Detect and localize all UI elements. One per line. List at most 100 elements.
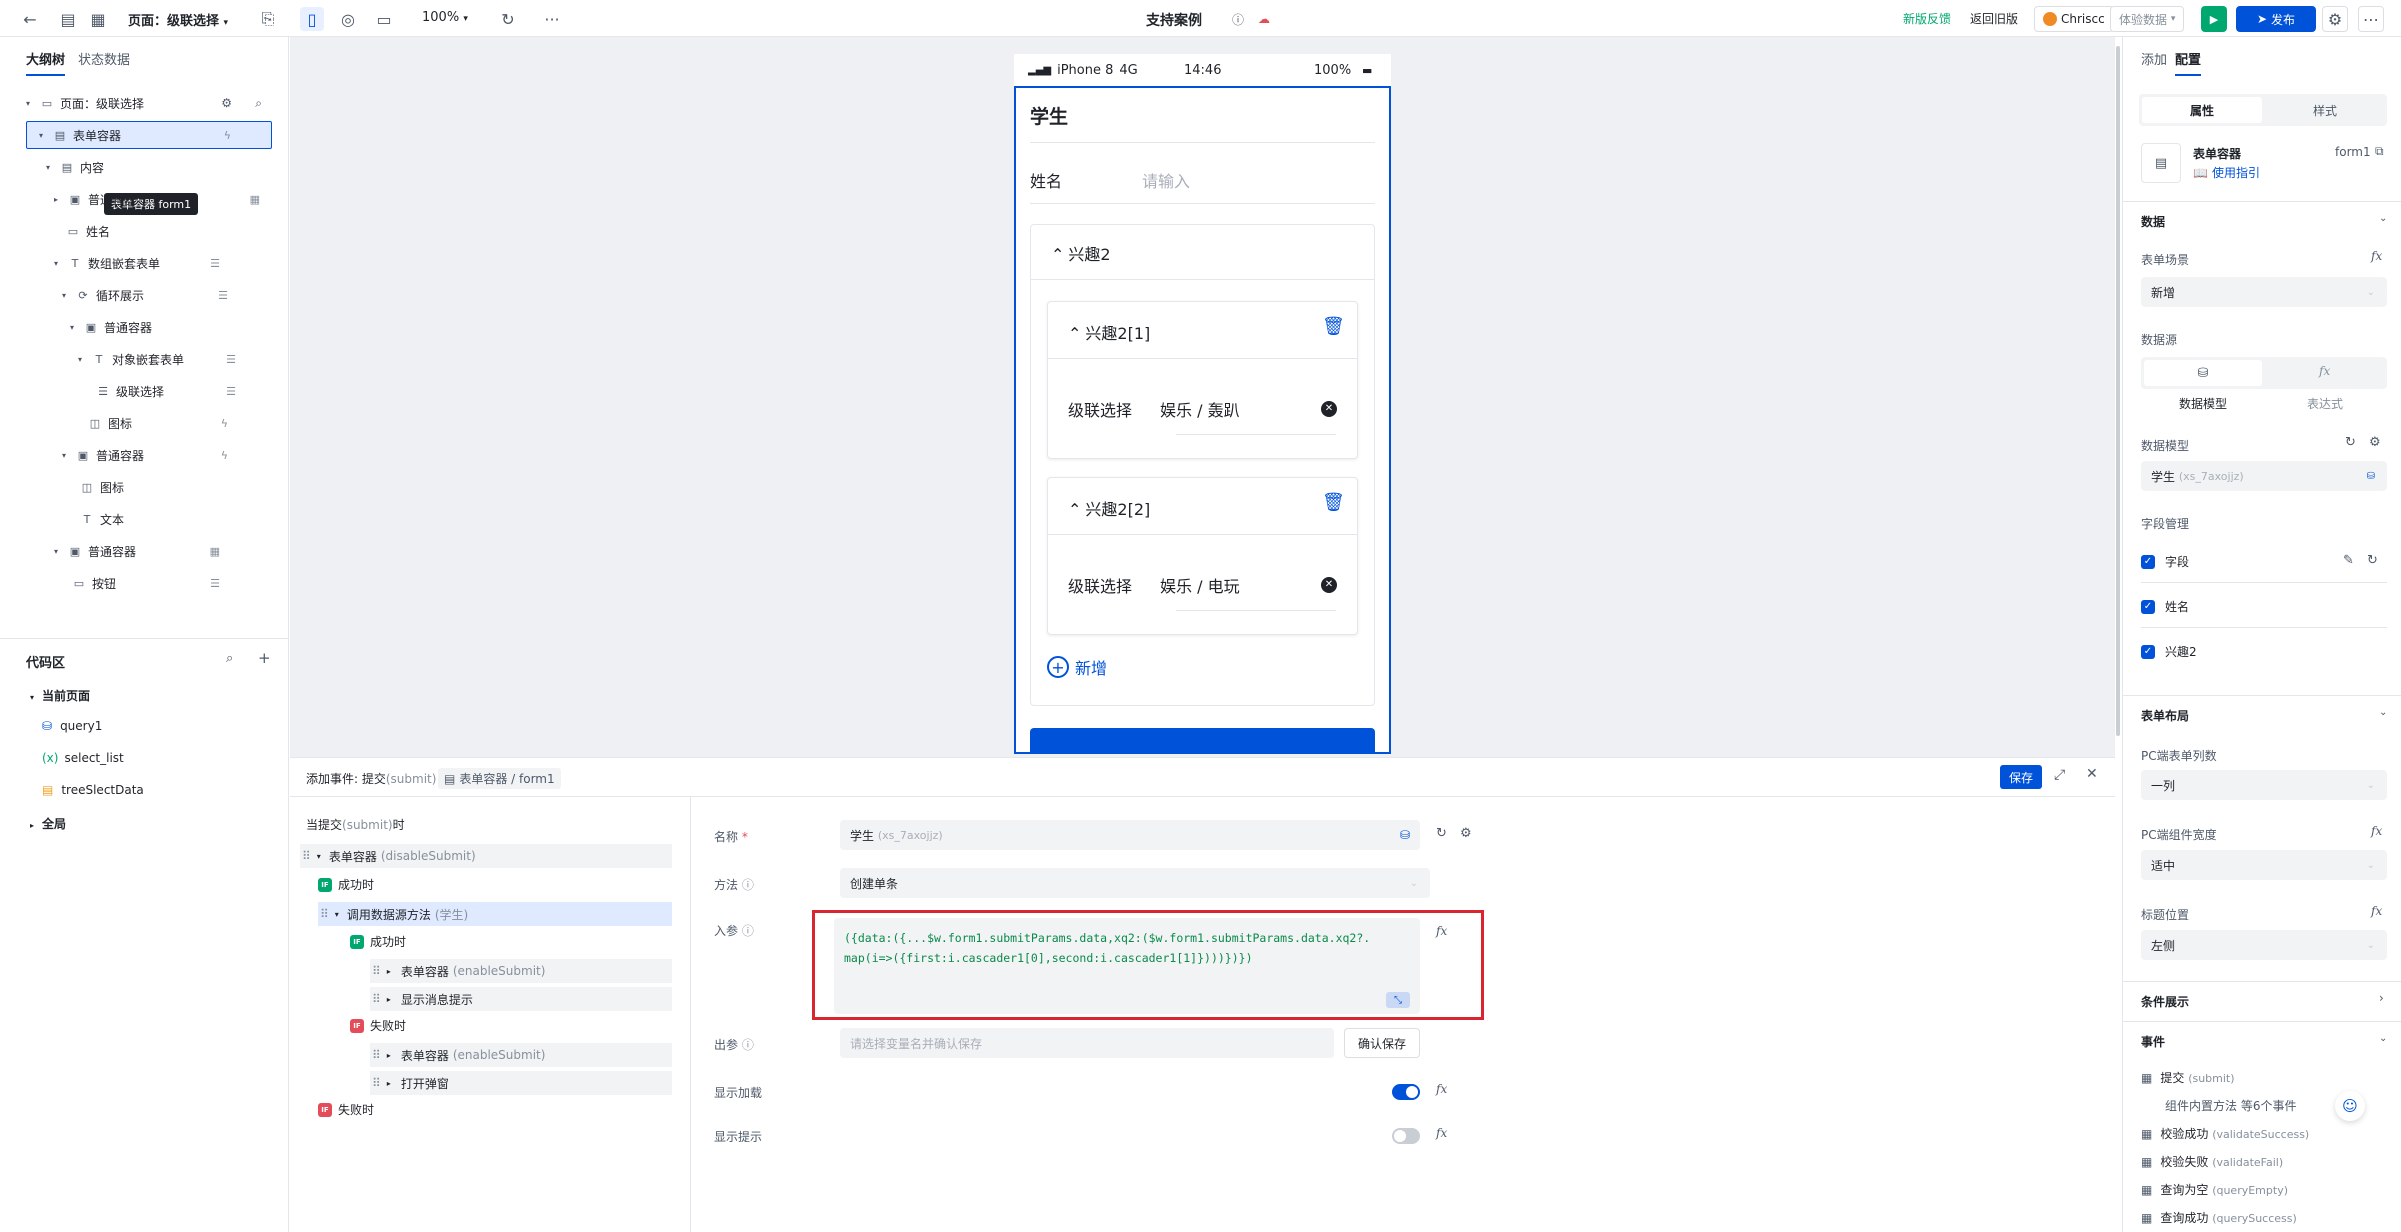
- confirm-save-button[interactable]: 确认保存: [1344, 1028, 1420, 1058]
- interest-item-header[interactable]: ⌃ 兴趣2[1]: [1068, 320, 1150, 344]
- help-icon[interactable]: ⓘ: [742, 924, 754, 938]
- tree-item-object-form[interactable]: ▾ T 对象嵌套表单 ☰: [78, 345, 272, 373]
- gear-icon[interactable]: ⚙: [221, 96, 232, 110]
- tree-item-content[interactable]: ▾ ▤ 内容: [46, 153, 292, 181]
- refresh-icon[interactable]: ↻: [496, 7, 520, 31]
- event-query-success[interactable]: ▦ 查询成功 (querySuccess): [2141, 1209, 2297, 1226]
- event-validate-fail[interactable]: ▦ 校验失败 (validateFail): [2141, 1153, 2283, 1170]
- code-current-page[interactable]: ▾ 当前页面: [30, 687, 90, 704]
- search-icon[interactable]: ⌕: [255, 96, 262, 111]
- submit-button[interactable]: [1030, 728, 1375, 752]
- name-select[interactable]: 学生 (xs_7axojjz) ⛁: [840, 820, 1420, 850]
- delete-icon[interactable]: 🗑: [1322, 492, 1345, 513]
- fx-icon[interactable]: fx: [2371, 904, 2382, 918]
- scene-select[interactable]: 新增 ⌄: [2141, 277, 2387, 307]
- publish-button[interactable]: ➤ 发布: [2236, 6, 2316, 32]
- fx-icon[interactable]: fx: [1436, 924, 1447, 938]
- field-checkbox-name[interactable]: ✓ 姓名: [2141, 598, 2189, 615]
- width-select[interactable]: 适中 ⌄: [2141, 850, 2387, 880]
- fx-icon[interactable]: fx: [1436, 1082, 1447, 1096]
- canvas-scrollbar[interactable]: [2116, 46, 2120, 736]
- tree-item-text[interactable]: T 文本: [80, 505, 272, 533]
- fx-icon[interactable]: fx: [2319, 364, 2330, 378]
- user-button[interactable]: Chriscc: [2034, 6, 2114, 32]
- param-code-editor[interactable]: ({data:({...$w.form1.submitParams.data,x…: [834, 918, 1420, 1014]
- name-input[interactable]: 请输入: [1142, 168, 1190, 192]
- refresh-icon[interactable]: ↻: [1436, 826, 1447, 841]
- tree-item-form-container[interactable]: ▾ ▤ 表单容器 ϟ: [26, 121, 272, 149]
- event-validate-success[interactable]: ▦ 校验成功 (validateSuccess): [2141, 1125, 2309, 1142]
- info-icon[interactable]: ⓘ: [1226, 7, 1250, 31]
- flow-node[interactable]: ⠿ ▸ 表单容器 (enableSubmit): [370, 1043, 672, 1067]
- refresh-icon[interactable]: ↻: [2345, 435, 2356, 450]
- tree-item-array-form[interactable]: ▾ T 数组嵌套表单 ☰: [54, 249, 272, 277]
- flow-node[interactable]: ⠿ ▸ 显示消息提示: [370, 987, 672, 1011]
- source-option-model[interactable]: 数据模型: [2179, 395, 2227, 412]
- tip-toggle[interactable]: [1392, 1128, 1420, 1144]
- form-container-selected[interactable]: 学生 姓名 请输入 ⌃ 兴趣2 ⌃ 兴趣2[1] 🗑 级联选择 娱乐 / 轰趴 ✕ ⌃ 兴…: [1014, 86, 1391, 754]
- tab-config[interactable]: 配置: [2175, 49, 2202, 76]
- menu-more-icon[interactable]: ⋯: [2358, 6, 2384, 32]
- field-checkbox-interest[interactable]: ✓ 兴趣2: [2141, 643, 2197, 660]
- subtab-properties[interactable]: 属性: [2142, 97, 2262, 123]
- field-checkbox-all[interactable]: ✓ 字段: [2141, 553, 2189, 570]
- flow-node[interactable]: ⠿ ▸ 表单容器 (enableSubmit): [370, 959, 672, 983]
- delete-icon[interactable]: 🗑: [1322, 316, 1345, 337]
- method-select[interactable]: 创建单条 ⌄: [840, 868, 1430, 898]
- tree-item-icon[interactable]: ◫ 图标: [80, 473, 272, 501]
- subtab-style[interactable]: 样式: [2265, 97, 2385, 123]
- guide-link[interactable]: 📖 使用指引: [2193, 164, 2260, 181]
- chevron-right-icon[interactable]: ›: [2379, 991, 2384, 1005]
- event-submit[interactable]: ▦ 提交 (submit): [2141, 1069, 2235, 1086]
- flow-node-selected[interactable]: ⠿ ▾ 调用数据源方法 (学生): [318, 902, 672, 926]
- edit-icon[interactable]: ✎: [2343, 553, 2354, 568]
- section-conditional[interactable]: 条件展示: [2141, 993, 2189, 1010]
- chevron-down-icon[interactable]: ⌄: [2379, 707, 2387, 718]
- back-arrow-icon[interactable]: ←: [18, 7, 42, 31]
- gear-icon[interactable]: ⚙: [2369, 435, 2381, 450]
- tree-item-container[interactable]: ▾ ▣ 普通容器 ϟ: [62, 441, 272, 469]
- chevron-down-icon[interactable]: ⌄: [2379, 213, 2387, 224]
- fx-icon[interactable]: fx: [2371, 824, 2382, 838]
- feedback-link[interactable]: 新版反馈: [1903, 10, 1951, 27]
- code-global[interactable]: ▸ 全局: [30, 815, 66, 832]
- mobile-view-icon[interactable]: ▯: [300, 7, 324, 31]
- gear-icon[interactable]: ⚙: [1460, 826, 1472, 841]
- tree-item-container[interactable]: ▾ ▣ 普通容器: [70, 313, 272, 341]
- close-icon[interactable]: ✕: [2086, 766, 2098, 782]
- help-icon[interactable]: ⓘ: [742, 1038, 754, 1052]
- assistant-bot-icon[interactable]: ☺: [2335, 1091, 2365, 1121]
- cols-select[interactable]: 一列 ⌄: [2141, 770, 2387, 800]
- tree-item-name[interactable]: ▭ 姓名: [66, 217, 272, 245]
- code-item-variable[interactable]: (x) select_list: [42, 751, 124, 765]
- source-option-expr[interactable]: 表达式: [2307, 395, 2343, 412]
- titlepos-select[interactable]: 左侧 ⌄: [2141, 930, 2387, 960]
- tree-item-icon[interactable]: ◫ 图标 ϟ: [88, 409, 272, 437]
- tab-state-data[interactable]: 状态数据: [78, 49, 130, 68]
- clear-icon[interactable]: ✕: [1321, 401, 1337, 417]
- tree-item-cascader[interactable]: ☰ 级联选择 ☰: [96, 377, 272, 405]
- refresh-icon[interactable]: ↻: [2367, 553, 2378, 568]
- interest-item-header[interactable]: ⌃ 兴趣2[2]: [1068, 496, 1150, 520]
- code-item-data[interactable]: ▤ treeSlectData: [42, 783, 144, 797]
- cascader-field[interactable]: 级联选择 娱乐 / 电玩 ✕: [1068, 560, 1337, 610]
- section-events[interactable]: 事件: [2141, 1033, 2165, 1050]
- more-icon[interactable]: ···: [540, 7, 564, 31]
- tree-item-button[interactable]: ▭ 按钮 ☰: [72, 569, 272, 597]
- flow-node[interactable]: ⠿ ▸ 打开弹窗: [370, 1071, 672, 1095]
- section-layout[interactable]: 表单布局: [2141, 707, 2189, 724]
- tree-item-loop[interactable]: ▾ ⟳ 循环展示 ☰: [62, 281, 272, 309]
- flow-node[interactable]: ⠿ ▾ 表单容器 (disableSubmit): [300, 844, 672, 868]
- add-item-button[interactable]: + 新增: [1047, 655, 1107, 679]
- zoom-selector[interactable]: 100% ▾: [422, 10, 468, 25]
- add-icon[interactable]: +: [258, 649, 271, 667]
- interest-group-header[interactable]: ⌃ 兴趣2: [1051, 241, 1111, 265]
- desktop-view-icon[interactable]: ▭: [372, 7, 396, 31]
- outline-view-icon[interactable]: ▤: [56, 7, 80, 31]
- out-input[interactable]: 请选择变量名并确认保存: [840, 1028, 1334, 1058]
- tree-item-container[interactable]: ▾ ▣ 普通容器 ▦: [54, 537, 272, 565]
- new-page-icon[interactable]: ⎘: [256, 7, 280, 31]
- event-query-empty[interactable]: ▦ 查询为空 (queryEmpty): [2141, 1181, 2288, 1198]
- clear-icon[interactable]: ✕: [1321, 577, 1337, 593]
- layout-view-icon[interactable]: ▦: [86, 7, 110, 31]
